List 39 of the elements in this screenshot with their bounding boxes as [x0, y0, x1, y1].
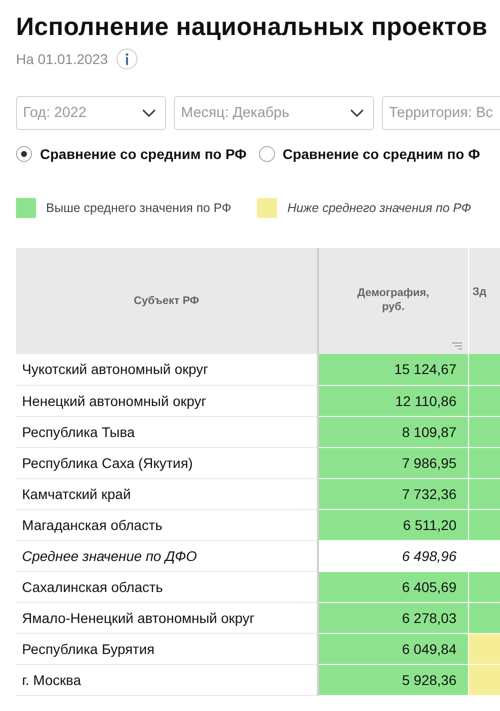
- legend-label: Ниже среднего значения по РФ: [287, 201, 472, 215]
- radio-button[interactable]: [258, 146, 275, 162]
- value-cell: 5 928,36: [318, 664, 468, 695]
- region-name: Республика Саха (Якутия): [16, 447, 318, 478]
- region-name: Среднее значение по ДФО: [16, 540, 318, 571]
- value-cell: 7 732,36: [318, 478, 468, 509]
- region-name: Ямало-Ненецкий автономный округ: [16, 602, 318, 633]
- chevron-down-icon: [349, 108, 365, 118]
- dropdown-select[interactable]: Месяц: Декабрь: [174, 96, 374, 130]
- radio-label[interactable]: Сравнение со средним по РФ: [40, 146, 247, 162]
- radio-button[interactable]: [16, 146, 32, 162]
- value-cell: 15 124,67: [318, 354, 468, 385]
- report-date: На 01.01.2023: [16, 51, 108, 67]
- region-name: Сахалинская область: [16, 571, 318, 602]
- legend-label: Выше среднего значения по РФ: [46, 201, 232, 215]
- value-cell: 6 049,84: [318, 633, 468, 664]
- region-name: Ненецкий автономный округ: [16, 385, 318, 416]
- value-cell: 6 498,96: [318, 540, 468, 571]
- value-cell: 6 511,20: [318, 509, 468, 540]
- value-cell: 8 109,87: [318, 416, 468, 447]
- value-cell: 6 405,69: [318, 571, 468, 602]
- value-cell: 7 986,95: [318, 447, 468, 478]
- column-header[interactable]: Зд: [468, 248, 500, 354]
- radio-label[interactable]: Сравнение со средним по Ф: [282, 146, 480, 162]
- page-title: Исполнение национальных проектов: [16, 12, 488, 42]
- region-name: Камчатский край: [16, 478, 318, 509]
- value-cell: 6 278,03: [318, 602, 468, 633]
- dropdown-select[interactable]: Год: 2022: [16, 96, 166, 130]
- value-cell: 12 110,86: [318, 385, 468, 416]
- region-name: Магаданская область: [16, 509, 318, 540]
- dropdown-select[interactable]: Территория: Вс: [382, 96, 500, 130]
- region-name: г. Москва: [16, 664, 318, 695]
- column-header[interactable]: Субъект РФ: [16, 248, 318, 354]
- region-name: Республика Бурятия: [16, 633, 318, 664]
- region-name: Чукотский автономный округ: [16, 354, 318, 385]
- column-header[interactable]: Демография, руб.: [348, 286, 438, 314]
- info-icon[interactable]: [116, 48, 138, 70]
- region-name: Республика Тыва: [16, 416, 318, 447]
- chevron-down-icon: [141, 108, 157, 118]
